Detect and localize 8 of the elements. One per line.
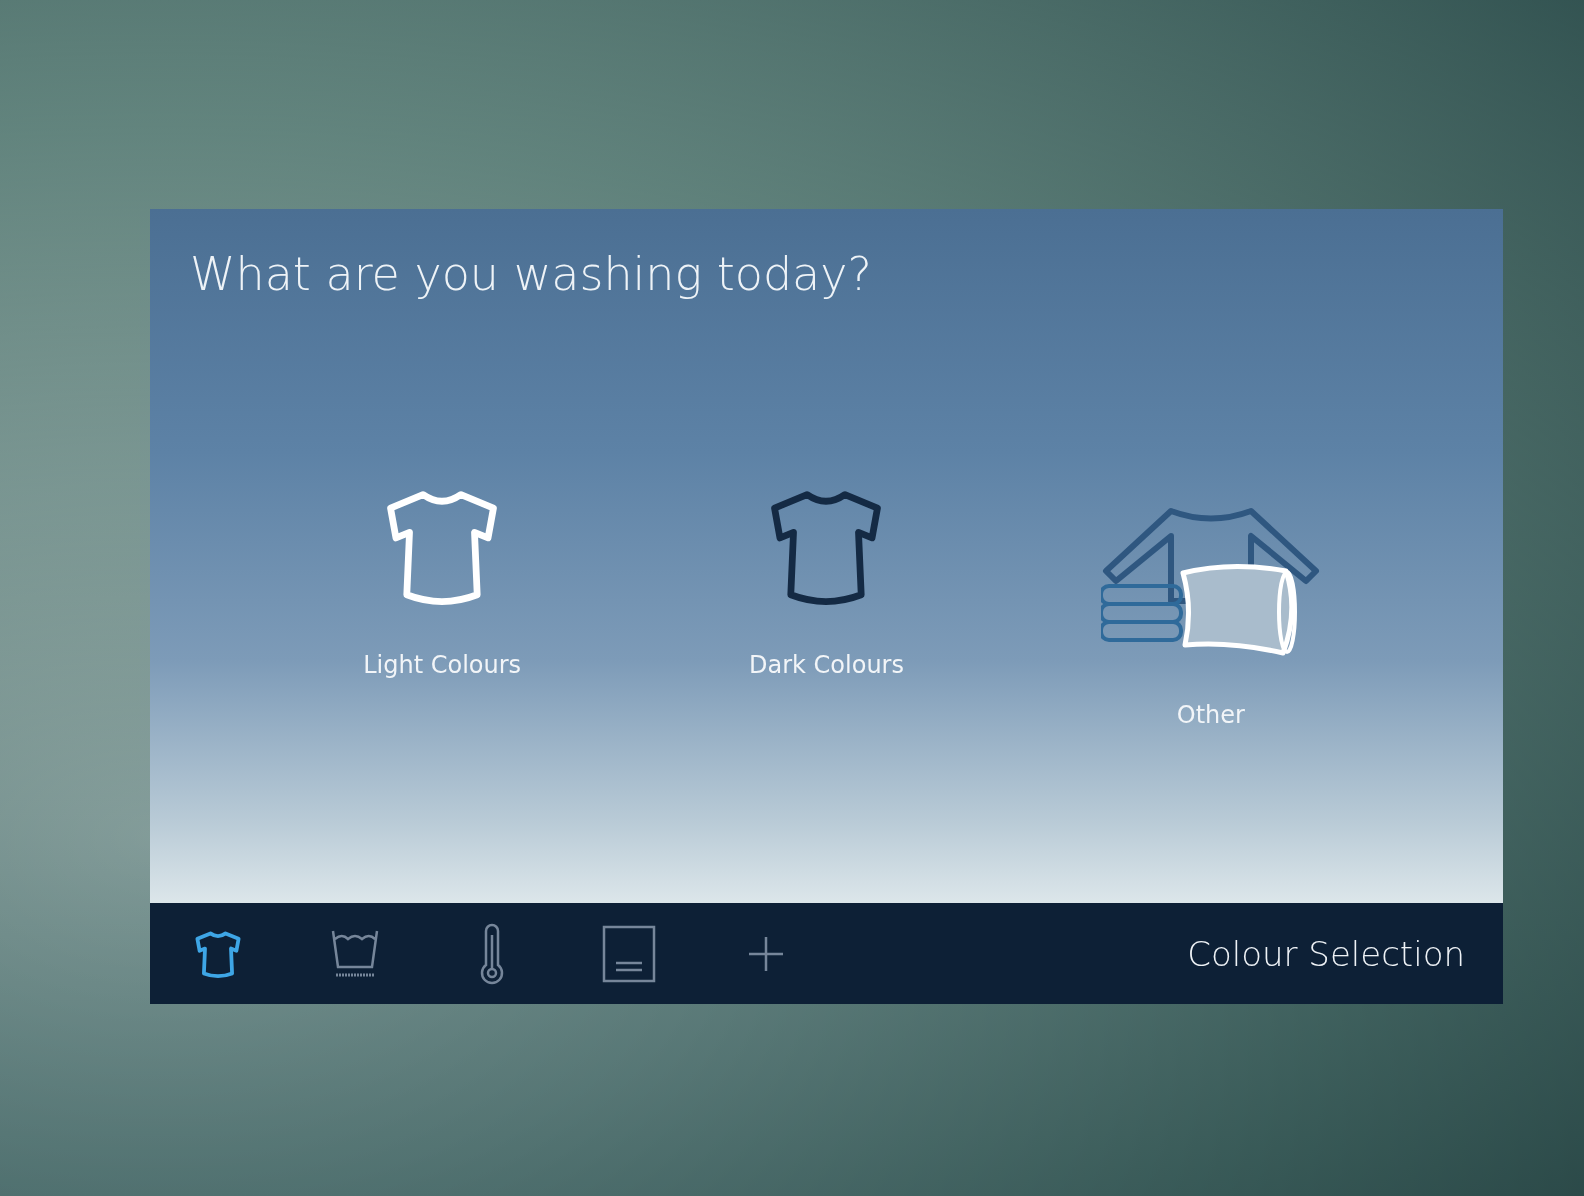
laundry-option[interactable]: Other [1080, 481, 1341, 729]
screen-title: What are you washing today? [190, 247, 872, 301]
current-step-label: Colour Selection [1187, 933, 1465, 974]
laundry-option[interactable]: Light Colours [312, 481, 573, 729]
thermometer-icon [478, 922, 506, 985]
laundry-option[interactable]: Dark Colours [696, 481, 957, 729]
plus-icon [747, 934, 785, 973]
square-lines-icon [602, 924, 656, 983]
